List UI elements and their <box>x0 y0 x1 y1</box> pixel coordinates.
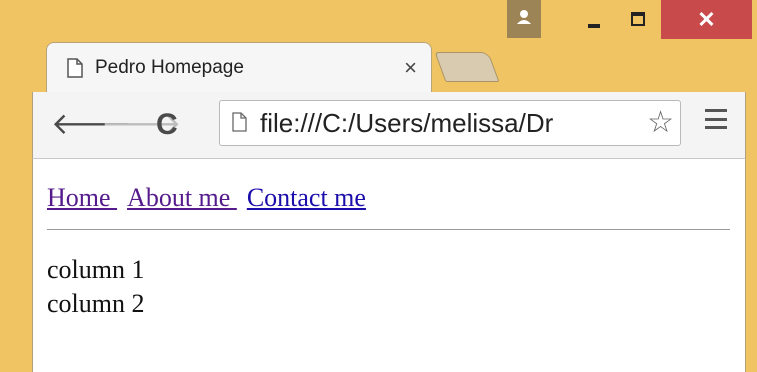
tab-pedro-homepage[interactable]: Pedro Homepage × <box>46 42 432 92</box>
menu-icon[interactable] <box>705 109 727 129</box>
page-content: Home About me Contact me column 1 column… <box>32 158 746 372</box>
site-nav: Home About me Contact me <box>47 183 376 213</box>
tab-close-icon[interactable]: × <box>404 55 417 81</box>
page-icon <box>67 58 83 78</box>
address-bar[interactable]: file:///C:/Users/melissa/Dr ☆ <box>219 100 681 146</box>
new-tab-button[interactable] <box>434 52 500 82</box>
url-text[interactable]: file:///C:/Users/melissa/Dr <box>260 108 642 139</box>
divider <box>47 229 730 230</box>
person-icon <box>517 10 531 24</box>
user-profile-button[interactable] <box>507 0 541 38</box>
tab-title: Pedro Homepage <box>95 57 244 78</box>
nav-link-home[interactable]: Home <box>47 183 117 212</box>
reload-icon[interactable]: C <box>156 108 178 142</box>
window-close-button[interactable]: ✕ <box>661 0 752 39</box>
page-icon <box>232 112 247 132</box>
nav-link-about[interactable]: About me <box>127 183 237 212</box>
bookmark-star-icon[interactable]: ☆ <box>647 105 674 140</box>
browser-toolbar: 🡐 🡒 C file:///C:/Users/melissa/Dr ☆ <box>32 92 746 158</box>
maximize-button[interactable] <box>615 0 661 39</box>
column-1-text: column 1 <box>47 255 145 284</box>
nav-link-contact[interactable]: Contact me <box>247 183 366 212</box>
minimize-button[interactable] <box>571 0 615 39</box>
column-2-text: column 2 <box>47 289 145 318</box>
close-icon: ✕ <box>697 6 716 32</box>
